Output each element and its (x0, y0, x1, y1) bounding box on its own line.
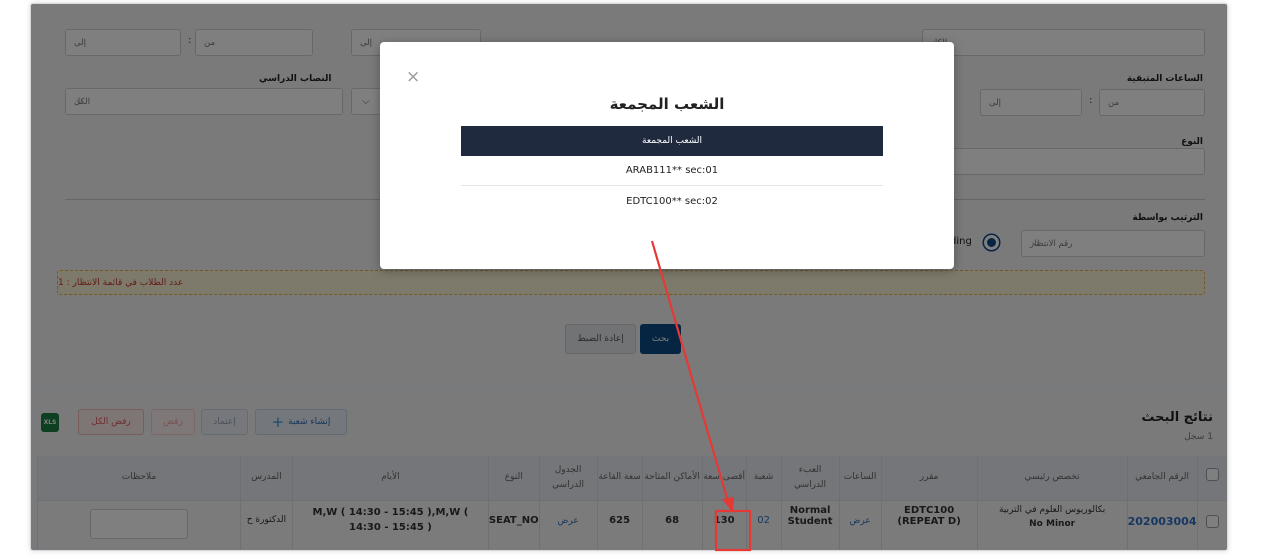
screenshot-stage: إلى : من إلى ⌵الكل النصاب الدراسي ⌵الكل … (0, 0, 1273, 558)
combined-section-row: ARAB111** sec:01 (461, 156, 883, 186)
app-window: إلى : من إلى ⌵الكل النصاب الدراسي ⌵الكل … (30, 3, 1228, 551)
combined-section-row: EDTC100** sec:02 (626, 195, 718, 207)
modal-table-header: الشعب المجمعة (461, 126, 883, 156)
combined-sections-modal: × الشعب المجمعة الشعب المجمعة ARAB111** … (380, 42, 954, 269)
modal-title: الشعب المجمعة (609, 95, 725, 113)
close-icon[interactable]: × (406, 69, 420, 86)
